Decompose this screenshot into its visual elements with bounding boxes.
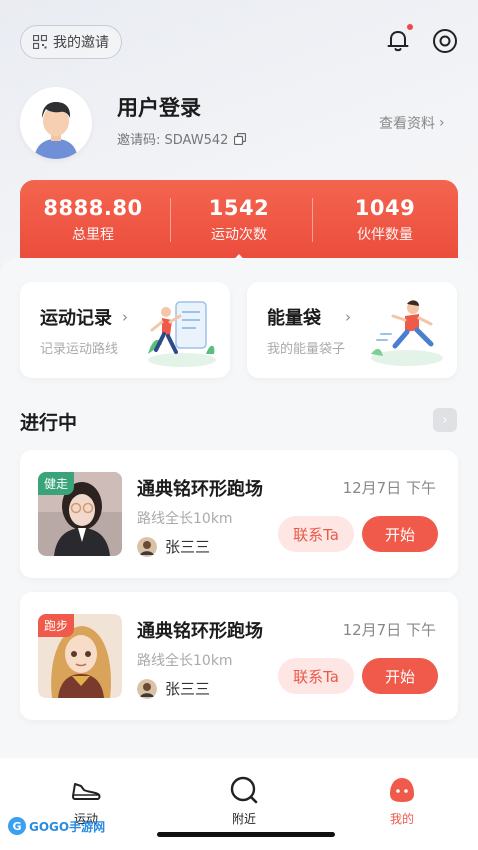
chevron-right-icon: ›	[442, 412, 448, 428]
profile-icon	[390, 778, 414, 802]
section-more-button[interactable]: ›	[433, 408, 457, 432]
activity-distance: 路线全长10km	[137, 653, 233, 669]
runner-checklist-illustration	[148, 301, 216, 367]
avatar[interactable]	[20, 87, 92, 159]
search-icon	[230, 776, 258, 804]
home-indicator	[157, 832, 335, 837]
user-avatar	[137, 678, 157, 699]
stat-value: 8888.80	[43, 196, 143, 220]
view-profile-label: 查看资料	[379, 116, 435, 132]
card-subtitle: 我的能量袋子	[267, 342, 346, 357]
tab-label: 附近	[231, 812, 256, 826]
sneaker-icon	[72, 783, 101, 800]
default-avatar-icon	[20, 87, 92, 159]
stat-label: 运动次数	[211, 227, 267, 243]
stat-value: 1049	[354, 196, 416, 220]
user-name[interactable]: 用户登录	[117, 92, 201, 122]
notification-bell-icon[interactable]	[385, 27, 411, 53]
notification-dot	[407, 24, 413, 30]
activity-user-name: 张三三	[165, 538, 211, 556]
card-title: 运动记录	[40, 308, 112, 329]
tab-label: 我的	[389, 812, 414, 826]
chevron-right-icon: ›	[345, 308, 351, 326]
activity-card[interactable]: 跑步 通典铭环形跑场 12月7日 下午 路线全长10km 张三三 联系Ta 开始	[20, 592, 458, 720]
stat-total-distance[interactable]: 8888.80 总里程	[20, 196, 166, 244]
energy-bag-title: 能量袋 ›	[267, 304, 351, 330]
energy-bag-card[interactable]: 能量袋 › 我的能量袋子	[247, 282, 457, 378]
activity-user-name: 张三三	[165, 680, 211, 698]
activity-card[interactable]: 健走 通典铭环形跑场 12月7日 下午 路线全长10km 张三三 联系Ta 开始	[20, 450, 458, 578]
settings-icon[interactable]	[431, 27, 459, 55]
activity-date: 12月7日 下午	[342, 479, 436, 497]
contact-button[interactable]: 联系Ta	[278, 658, 354, 694]
exercise-record-title: 运动记录 ›	[40, 304, 128, 330]
start-button[interactable]: 开始	[362, 516, 438, 552]
activity-tag: 健走	[38, 472, 75, 495]
view-profile-link[interactable]: 查看资料 ›	[379, 113, 445, 133]
stat-label: 伙伴数量	[357, 227, 413, 243]
copy-icon[interactable]	[234, 132, 247, 145]
watermark-text: GOGO手游网	[29, 819, 106, 834]
start-button[interactable]: 开始	[362, 658, 438, 694]
contact-button[interactable]: 联系Ta	[278, 516, 354, 552]
section-title-in-progress: 进行中	[20, 412, 78, 434]
invite-code-text: 邀请码: SDAW542	[117, 133, 229, 148]
activity-user[interactable]: 张三三	[137, 536, 210, 557]
watermark-logo: G GOGO手游网	[8, 817, 105, 835]
qr-code-icon	[33, 35, 47, 49]
stat-exercise-count[interactable]: 1542 运动次数	[166, 196, 312, 244]
tab-nearby[interactable]: 附近	[204, 774, 284, 827]
activity-date: 12月7日 下午	[342, 621, 436, 639]
my-invite-label: 我的邀请	[53, 35, 109, 51]
stat-value: 1542	[208, 196, 270, 220]
card-title: 能量袋	[267, 308, 321, 329]
stat-label: 总里程	[72, 227, 114, 243]
chevron-right-icon: ›	[439, 115, 445, 131]
activity-tag: 跑步	[38, 614, 75, 637]
activity-title: 通典铭环形跑场	[137, 479, 263, 500]
watermark-icon: G	[8, 817, 26, 835]
activity-distance: 路线全长10km	[137, 511, 233, 527]
stat-partner-count[interactable]: 1049 伙伴数量	[312, 196, 458, 244]
chevron-right-icon: ›	[122, 308, 128, 326]
user-avatar	[137, 536, 157, 557]
tab-mine[interactable]: 我的	[362, 774, 442, 827]
my-invite-button[interactable]: 我的邀请	[20, 25, 122, 59]
activity-title: 通典铭环形跑场	[137, 621, 263, 642]
exercise-record-card[interactable]: 运动记录 › 记录运动路线	[20, 282, 230, 378]
card-subtitle: 记录运动路线	[40, 342, 119, 357]
running-woman-illustration	[371, 300, 443, 366]
invite-code: 邀请码: SDAW542	[117, 129, 247, 148]
activity-user[interactable]: 张三三	[137, 678, 210, 699]
